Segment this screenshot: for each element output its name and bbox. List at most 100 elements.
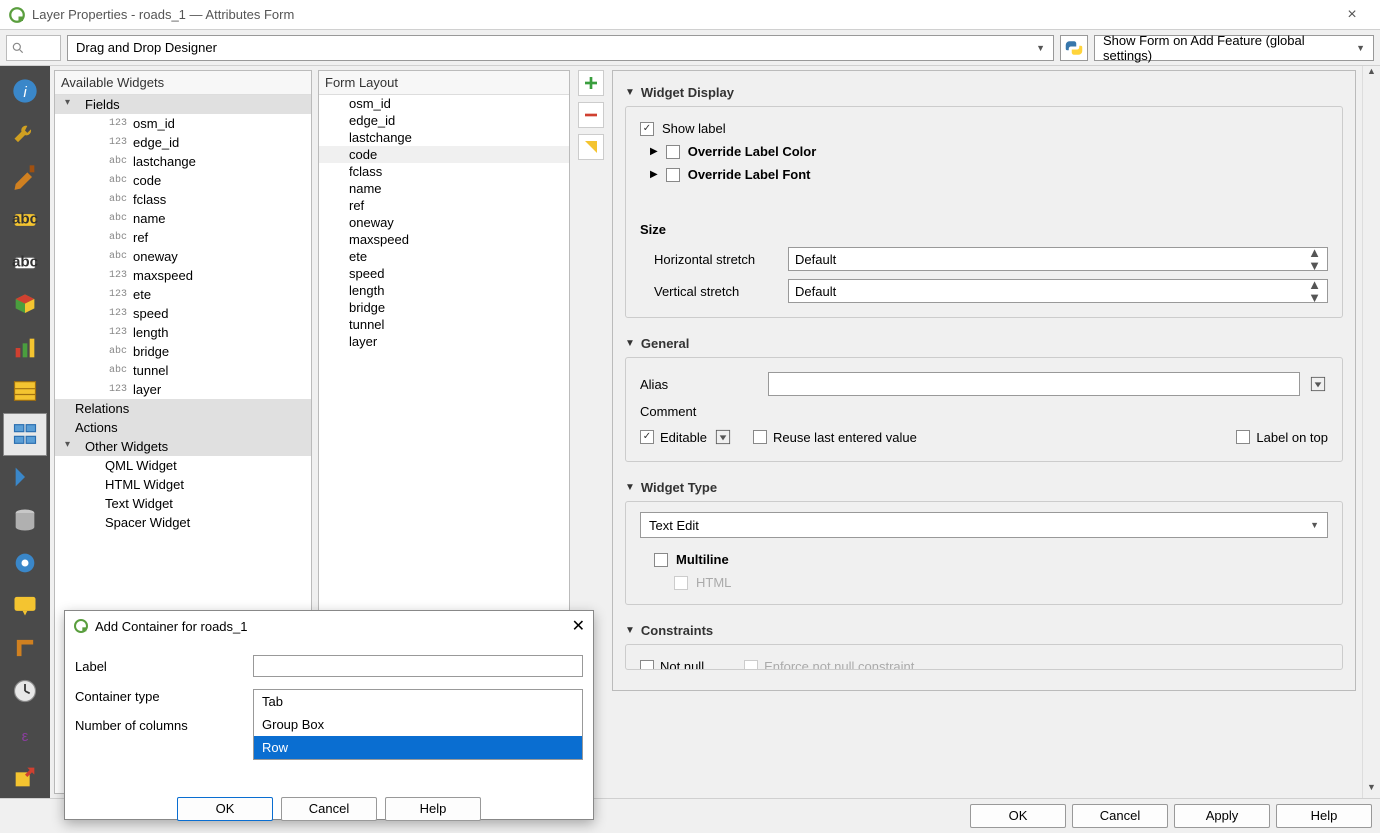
dialog-help-button[interactable]: Help [385, 797, 481, 821]
override-font-checkbox[interactable] [666, 168, 680, 182]
dialog-ok-button[interactable]: OK [177, 797, 273, 821]
remove-button[interactable] [578, 102, 604, 128]
scrollbar[interactable]: ▲ ▼ [1362, 66, 1380, 798]
spinner-buttons[interactable]: ▲▼ [1308, 278, 1321, 304]
section-widget-type[interactable]: ▼Widget Type [625, 474, 1343, 501]
close-icon[interactable]: ✕ [572, 616, 585, 636]
layout-item[interactable]: bridge [319, 299, 569, 316]
layout-item[interactable]: speed [319, 265, 569, 282]
add-button[interactable] [578, 70, 604, 96]
layout-item[interactable]: edge_id [319, 112, 569, 129]
ok-button[interactable]: OK [970, 804, 1066, 828]
alias-input[interactable] [768, 372, 1300, 396]
sidebar-item-actions[interactable] [3, 541, 47, 584]
field-item[interactable]: 123layer [55, 380, 311, 399]
layout-item[interactable]: lastchange [319, 129, 569, 146]
layout-item[interactable]: ete [319, 248, 569, 265]
dialog-container-type-combo[interactable]: TabGroup BoxRow [253, 689, 583, 760]
help-button[interactable]: Help [1276, 804, 1372, 828]
cancel-button[interactable]: Cancel [1072, 804, 1168, 828]
sidebar-item-storage[interactable] [3, 498, 47, 541]
combo-option[interactable]: Group Box [254, 713, 582, 736]
sidebar-item-variables[interactable]: ε [3, 712, 47, 755]
layout-item[interactable]: osm_id [319, 95, 569, 112]
sidebar-item-temporal[interactable] [3, 670, 47, 713]
field-item[interactable]: abctunnel [55, 361, 311, 380]
layout-item[interactable]: name [319, 180, 569, 197]
section-widget-display[interactable]: ▼Widget Display [625, 79, 1343, 106]
field-item[interactable]: 123ete [55, 285, 311, 304]
field-item[interactable]: 123speed [55, 304, 311, 323]
sidebar-item-3d[interactable] [3, 284, 47, 327]
close-icon[interactable]: × [1332, 6, 1372, 24]
sidebar-item-rendering[interactable] [3, 627, 47, 670]
group-other-widgets[interactable]: Other Widgets [55, 437, 311, 456]
designer-dropdown[interactable]: Drag and Drop Designer ▼ [67, 35, 1054, 61]
chevron-right-icon[interactable]: ▶ [650, 169, 658, 180]
other-widget-item[interactable]: Spacer Widget [55, 513, 311, 532]
spinner-buttons[interactable]: ▲▼ [1308, 246, 1321, 272]
layout-item[interactable]: maxspeed [319, 231, 569, 248]
field-item[interactable]: 123osm_id [55, 114, 311, 133]
reuse-checkbox[interactable] [753, 430, 767, 444]
group-relations[interactable]: Relations [55, 399, 311, 418]
field-item[interactable]: 123edge_id [55, 133, 311, 152]
layout-item[interactable]: ref [319, 197, 569, 214]
sidebar-item-attributes-form[interactable] [3, 413, 47, 456]
sidebar-item-symbology[interactable] [3, 156, 47, 199]
override-color-checkbox[interactable] [666, 145, 680, 159]
data-defined-icon[interactable] [713, 427, 733, 447]
field-item[interactable]: abcbridge [55, 342, 311, 361]
other-widget-item[interactable]: Text Widget [55, 494, 311, 513]
combo-option[interactable]: Row [254, 736, 582, 759]
python-button[interactable] [1060, 35, 1088, 61]
apply-button[interactable]: Apply [1174, 804, 1270, 828]
show-label-checkbox[interactable] [640, 122, 654, 136]
sidebar-item-masks[interactable]: abc [3, 241, 47, 284]
field-item[interactable]: abclastchange [55, 152, 311, 171]
other-widget-item[interactable]: HTML Widget [55, 475, 311, 494]
label-on-top-checkbox[interactable] [1236, 430, 1250, 444]
layout-item[interactable]: layer [319, 333, 569, 350]
field-item[interactable]: abccode [55, 171, 311, 190]
field-item[interactable]: abcname [55, 209, 311, 228]
layout-item[interactable]: length [319, 282, 569, 299]
field-item[interactable]: abcfclass [55, 190, 311, 209]
multiline-checkbox[interactable] [654, 553, 668, 567]
sidebar-item-display[interactable] [3, 584, 47, 627]
dialog-cancel-button[interactable]: Cancel [281, 797, 377, 821]
field-item[interactable]: 123maxspeed [55, 266, 311, 285]
chevron-right-icon[interactable]: ▶ [650, 146, 658, 157]
layout-item[interactable]: code [319, 146, 569, 163]
editable-checkbox[interactable] [640, 430, 654, 444]
sidebar-item-joins[interactable] [3, 456, 47, 499]
not-null-checkbox[interactable] [640, 660, 654, 671]
data-defined-icon[interactable] [1308, 374, 1328, 394]
sidebar-item-metadata[interactable] [3, 755, 47, 798]
other-widget-item[interactable]: QML Widget [55, 456, 311, 475]
invert-button[interactable] [578, 134, 604, 160]
widget-type-combo[interactable]: Text Edit▼ [640, 512, 1328, 538]
group-fields[interactable]: Fields [55, 95, 311, 114]
layout-item[interactable]: tunnel [319, 316, 569, 333]
sidebar-item-source[interactable] [3, 113, 47, 156]
search-input[interactable] [6, 35, 61, 61]
field-item[interactable]: 123length [55, 323, 311, 342]
dialog-label-input[interactable] [253, 655, 583, 677]
combo-option[interactable]: Tab [254, 690, 582, 713]
hstretch-spinner[interactable]: Default▲▼ [788, 247, 1328, 271]
scroll-up-icon[interactable]: ▲ [1363, 66, 1380, 82]
show-form-dropdown[interactable]: Show Form on Add Feature (global setting… [1094, 35, 1374, 61]
group-actions[interactable]: Actions [55, 418, 311, 437]
layout-item[interactable]: fclass [319, 163, 569, 180]
section-constraints[interactable]: ▼Constraints [625, 617, 1343, 644]
vstretch-spinner[interactable]: Default▲▼ [788, 279, 1328, 303]
scroll-down-icon[interactable]: ▼ [1363, 782, 1380, 798]
layout-item[interactable]: oneway [319, 214, 569, 231]
field-item[interactable]: abcref [55, 228, 311, 247]
section-general[interactable]: ▼General [625, 330, 1343, 357]
sidebar-item-fields[interactable] [3, 370, 47, 413]
sidebar-item-labels[interactable]: abc [3, 198, 47, 241]
sidebar-item-diagrams[interactable] [3, 327, 47, 370]
field-item[interactable]: abconeway [55, 247, 311, 266]
